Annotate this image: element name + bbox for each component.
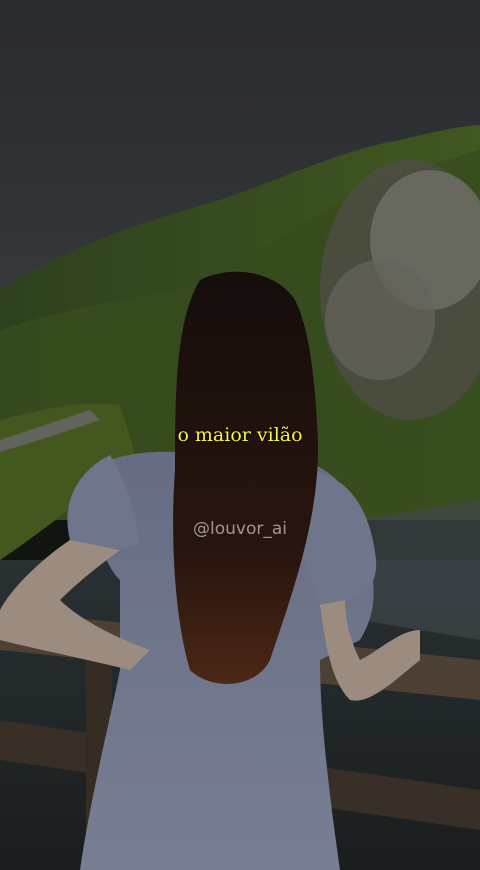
watermark-handle: @louvor_ai [193, 519, 287, 539]
video-frame[interactable]: o maior vilão @louvor_ai [0, 0, 480, 870]
lyric-caption: o maior vilão [177, 424, 303, 446]
